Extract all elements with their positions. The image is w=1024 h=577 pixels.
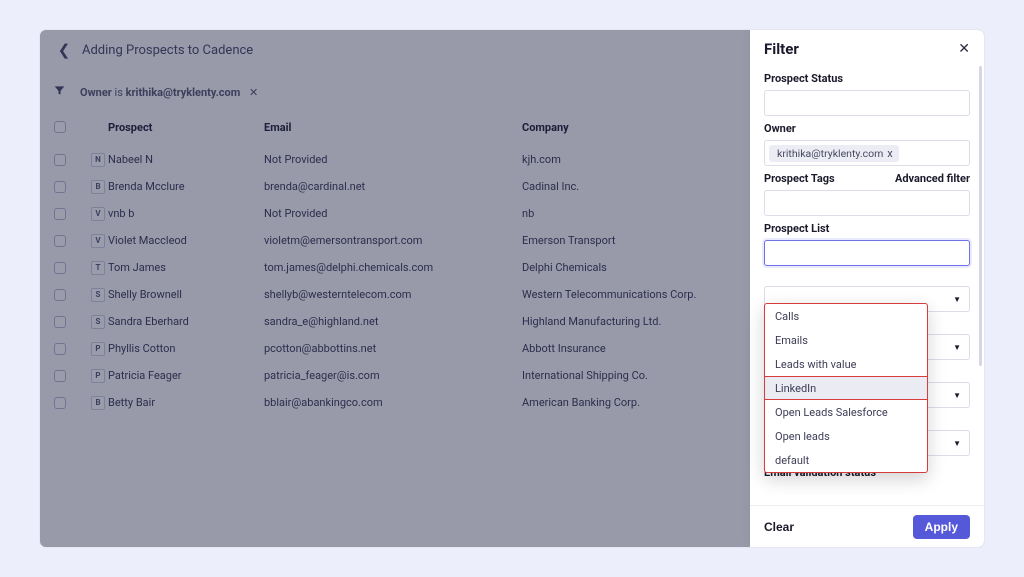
filter-panel-body: Prospect Status Owner krithika@tryklenty…	[750, 66, 984, 505]
app-window: ❮ Adding Prospects to Cadence Owner is k…	[40, 30, 984, 547]
chevron-down-icon: ▼	[953, 343, 961, 352]
filter-panel-header: Filter ✕	[750, 30, 984, 66]
chevron-down-icon: ▼	[953, 439, 961, 448]
close-icon[interactable]: ✕	[958, 42, 970, 56]
dropdown-option[interactable]: Open leads	[765, 424, 927, 448]
filter-panel: Filter ✕ Prospect Status Owner krithika@…	[750, 30, 984, 547]
dropdown-option[interactable]: LinkedIn	[765, 376, 927, 400]
label-prospect-tags: Prospect Tags	[764, 172, 835, 185]
owner-chip-text: krithika@tryklenty.com	[777, 147, 883, 160]
owner-input[interactable]: krithika@tryklenty.com x	[764, 140, 970, 166]
clear-button[interactable]: Clear	[764, 520, 794, 534]
owner-chip[interactable]: krithika@tryklenty.com x	[769, 145, 899, 162]
dropdown-option[interactable]: Leads with value	[765, 352, 927, 376]
prospect-status-input[interactable]	[764, 90, 970, 116]
filter-title: Filter	[764, 40, 799, 58]
chevron-down-icon: ▼	[953, 295, 961, 304]
filter-panel-footer: Clear Apply	[750, 505, 984, 547]
prospect-list-dropdown: CallsEmailsLeads with valueLinkedInOpen …	[764, 303, 928, 473]
scrollbar-thumb[interactable]	[979, 66, 982, 366]
dropdown-option[interactable]: Calls	[765, 304, 927, 328]
prospect-list-input[interactable]	[764, 240, 970, 266]
label-prospect-status: Prospect Status	[764, 72, 970, 85]
dropdown-option[interactable]: Emails	[765, 328, 927, 352]
owner-chip-remove-icon[interactable]: x	[887, 147, 892, 160]
dropdown-option[interactable]: default	[765, 448, 927, 472]
dropdown-option[interactable]: Open Leads Salesforce	[765, 400, 927, 424]
label-prospect-list: Prospect List	[764, 222, 970, 235]
advanced-filter-link[interactable]: Advanced filter	[895, 172, 970, 185]
apply-button[interactable]: Apply	[913, 515, 970, 539]
label-owner: Owner	[764, 122, 970, 135]
chevron-down-icon: ▼	[953, 391, 961, 400]
prospect-tags-input[interactable]	[764, 190, 970, 216]
